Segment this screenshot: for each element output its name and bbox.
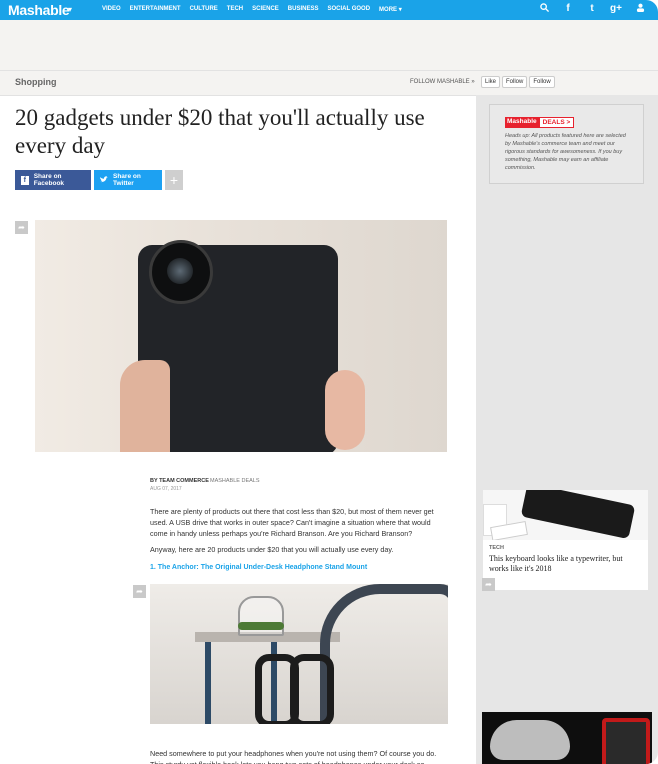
article-paragraph: Need somewhere to put your headphones wh…	[150, 749, 437, 764]
twitter-follow-button[interactable]: Follow	[502, 76, 528, 88]
sidebar-story-card[interactable]: TECH This keyboard looks like a typewrit…	[483, 490, 648, 590]
twitter-bird-icon	[100, 175, 108, 185]
product-image	[150, 584, 448, 724]
share-twitter-label: Share on Twitter	[113, 173, 141, 187]
gplus-follow-button[interactable]: Follow	[529, 76, 555, 88]
nav-business[interactable]: BUSINESS	[288, 6, 319, 13]
social-follow-buttons: Like Follow Follow	[481, 76, 555, 88]
nav-culture[interactable]: CULTURE	[190, 6, 218, 13]
nav-video[interactable]: VIDEO	[102, 6, 121, 13]
twitter-follow-label: Follow	[506, 79, 524, 85]
deals-logo-deals: DEALS >	[538, 117, 575, 128]
story-title[interactable]: This keyboard looks like a typewriter, b…	[489, 554, 641, 574]
share-more-button[interactable]: +	[165, 170, 183, 190]
section-bar: Shopping FOLLOW MASHABLE » Like Follow F…	[0, 70, 658, 96]
share-arrow-icon[interactable]: ➦	[133, 585, 146, 598]
search-icon[interactable]	[538, 3, 550, 15]
nav-more[interactable]: MORE ▾	[379, 6, 402, 13]
nav-icons: f t g+	[538, 3, 646, 15]
mashable-deals-logo[interactable]: Mashable DEALS >	[505, 117, 575, 128]
deals-logo-mashable: Mashable	[505, 117, 539, 128]
headphones-shape	[290, 654, 334, 724]
share-arrow-icon[interactable]: ➦	[15, 221, 28, 234]
article-paragraph: There are plenty of products out there t…	[150, 507, 434, 538]
article-category[interactable]: MASHABLE DEALS	[210, 478, 260, 484]
article-date: AUG 07, 2017	[150, 486, 182, 492]
mashable-logo[interactable]: Mashable	[8, 2, 70, 18]
hand-shape	[120, 360, 170, 452]
story-image	[483, 490, 648, 540]
deals-disclaimer: Heads up: All products featured here are…	[505, 133, 626, 171]
share-arrow-icon[interactable]: ➦	[482, 578, 495, 591]
byline[interactable]: BY TEAM COMMERCE	[150, 478, 209, 484]
follow-mashable[interactable]: FOLLOW MASHABLE »	[410, 79, 475, 85]
spaceship-shape	[490, 720, 570, 760]
hero-image	[35, 220, 447, 452]
share-twitter-button[interactable]: Share on Twitter	[94, 170, 162, 190]
nav-tech[interactable]: TECH	[227, 6, 243, 13]
nav-items: VIDEO ENTERTAINMENT CULTURE TECH SCIENCE…	[102, 6, 402, 13]
article-title: 20 gadgets under $20 that you'll actuall…	[15, 105, 425, 158]
user-icon[interactable]	[634, 3, 646, 15]
nav-entertainment[interactable]: ENTERTAINMENT	[130, 6, 181, 13]
share-facebook-label: Share on Facebook	[33, 173, 65, 187]
moss-shape	[238, 622, 284, 630]
google-plus-icon[interactable]: g+	[610, 3, 622, 15]
twitter-icon[interactable]: t	[586, 3, 598, 15]
section-title[interactable]: Shopping	[15, 77, 57, 87]
story-category: TECH	[489, 545, 504, 551]
facebook-like-button[interactable]: Like	[481, 76, 501, 88]
ad-banner-space	[0, 20, 658, 70]
jar-shape	[238, 596, 284, 636]
sidebar	[476, 95, 658, 764]
chair-shape	[320, 584, 448, 724]
facebook-icon[interactable]: f	[562, 3, 574, 15]
sidebar-story-image[interactable]	[482, 712, 652, 764]
gplus-follow-label: Follow	[533, 79, 551, 85]
product-link[interactable]: 1. The Anchor: The Original Under-Desk H…	[150, 564, 367, 571]
fighter-shape	[602, 718, 650, 764]
logo-caret-icon[interactable]: ▾	[68, 5, 72, 14]
share-facebook-button[interactable]: f Share on Facebook	[15, 170, 91, 190]
like-label: Like	[485, 79, 497, 85]
top-nav: Mashable ▾ VIDEO ENTERTAINMENT CULTURE T…	[0, 0, 658, 20]
page: Mashable ▾ VIDEO ENTERTAINMENT CULTURE T…	[0, 0, 658, 764]
article-paragraph: Anyway, here are 20 products under $20 t…	[150, 545, 394, 554]
nav-social-good[interactable]: SOCIAL GOOD	[327, 6, 370, 13]
thumb-shape	[325, 370, 365, 450]
nav-science[interactable]: SCIENCE	[252, 6, 279, 13]
lens-glass-shape	[167, 258, 193, 284]
facebook-icon: f	[21, 175, 29, 185]
keyboard-shape	[520, 490, 636, 540]
